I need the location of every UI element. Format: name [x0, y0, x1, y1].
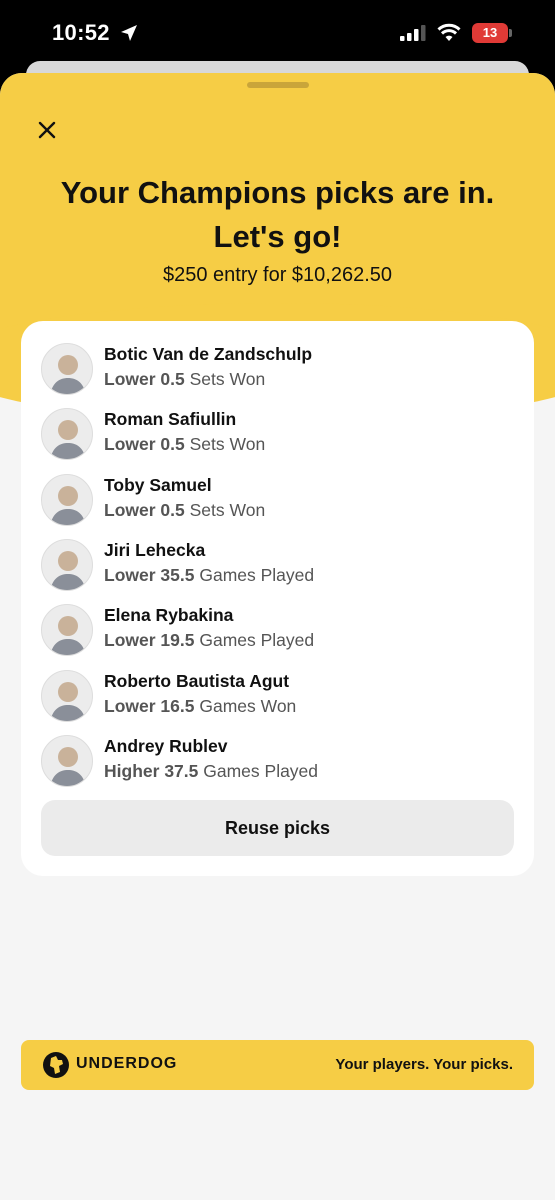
pick-line-value: 37.5	[164, 760, 199, 781]
pick-row: Botic Van de Zandschulp Lower 0.5 Sets Wo…	[41, 341, 511, 397]
pick-line-value: 0.5	[160, 434, 185, 455]
pick-line-value: 0.5	[160, 369, 185, 389]
pick-line: Lower 0.5 Sets Won	[104, 369, 265, 390]
pick-row: Roman Safiullin Lower 0.5 Sets Won	[41, 406, 511, 462]
pick-line: Lower 0.5 Sets Won	[104, 500, 265, 521]
player-silhouette-icon	[50, 681, 86, 721]
brand-tagline: Your players. Your picks.	[335, 1056, 513, 1073]
player-avatar	[41, 604, 93, 657]
pick-stat: Sets Won	[189, 434, 266, 455]
cellular-signal-icon	[400, 25, 426, 41]
pick-direction: Lower	[104, 434, 156, 455]
picks-card: Botic Van de Zandschulp Lower 0.5 Sets Wo…	[21, 321, 534, 876]
reuse-picks-button[interactable]: Reuse picks	[41, 800, 514, 856]
player-silhouette-icon	[50, 485, 86, 525]
entry-summary: $250 entry for $10,262.50	[162, 264, 393, 286]
title-line-1: Your Champions picks are in.	[60, 175, 495, 210]
pick-line-value: 19.5	[160, 630, 195, 651]
player-avatar	[41, 343, 93, 395]
pick-stat: Games Played	[203, 760, 319, 781]
player-name: Andrey Rublev	[104, 735, 228, 756]
battery-indicator: 13	[472, 23, 512, 43]
player-name: Botic Van de Zandschulp	[104, 344, 313, 364]
pick-stat: Games Won	[199, 695, 297, 716]
player-avatar	[41, 473, 93, 526]
wifi-icon	[437, 23, 461, 41]
pick-line: Higher 37.5 Games Played	[104, 761, 318, 782]
pick-row: Elena Rybakina Lower 19.5 Games Played	[41, 602, 511, 658]
pick-row: Jiri Lehecka Lower 35.5 Games Played	[41, 537, 511, 593]
player-avatar	[41, 538, 93, 591]
pick-line-value: 0.5	[160, 499, 185, 520]
pick-line-value: 35.5	[160, 564, 195, 585]
pick-stat: Games Played	[199, 630, 315, 651]
pick-direction: Lower	[104, 369, 156, 389]
confirmation-sheet: Your Champions picks are in. Let's go! $…	[0, 73, 555, 1200]
pick-stat: Games Played	[199, 564, 315, 585]
pick-line: Lower 0.5 Sets Won	[104, 434, 265, 455]
player-name: Jiri Lehecka	[104, 539, 206, 560]
pick-row: Andrey Rublev Higher 37.5 Games Played	[41, 733, 511, 789]
pick-line: Lower 35.5 Games Played	[104, 565, 314, 586]
brand-name: UNDERDOG	[76, 1055, 178, 1072]
player-avatar	[41, 408, 93, 461]
pick-stat: Sets Won	[189, 499, 266, 520]
underdog-logo-icon	[43, 1052, 69, 1078]
page-title: Your Champions picks are in. Let's go!	[40, 171, 515, 259]
battery-cap	[509, 29, 512, 37]
player-name: Toby Samuel	[104, 474, 212, 495]
status-time: 10:52	[52, 20, 110, 45]
pick-line: Lower 16.5 Games Won	[104, 696, 296, 717]
pick-line-value: 16.5	[160, 695, 195, 716]
close-icon[interactable]	[34, 117, 60, 143]
player-silhouette-icon	[50, 746, 86, 786]
player-name: Elena Rybakina	[104, 605, 234, 626]
pick-row: Toby Samuel Lower 0.5 Sets Won	[41, 472, 511, 528]
title-line-2: Let's go!	[213, 219, 342, 254]
pick-direction: Lower	[104, 630, 156, 651]
player-name: Roberto Bautista Agut	[104, 670, 290, 691]
player-avatar	[41, 669, 93, 722]
brand-banner: UNDERDOG Your players. Your picks.	[21, 1040, 534, 1090]
pick-direction: Higher	[104, 760, 160, 781]
player-silhouette-icon	[50, 550, 86, 590]
player-silhouette-icon	[50, 616, 86, 656]
player-silhouette-icon	[50, 355, 86, 394]
sheet-grabber[interactable]	[247, 82, 309, 88]
pick-line: Lower 19.5 Games Played	[104, 630, 314, 651]
location-arrow-icon	[121, 25, 137, 41]
player-avatar	[41, 734, 93, 787]
pick-direction: Lower	[104, 499, 156, 520]
pick-stat: Sets Won	[189, 369, 266, 389]
pick-row: Roberto Bautista Agut Lower 16.5 Games Wo…	[41, 668, 511, 724]
status-bar: 10:52 13	[0, 0, 555, 70]
pick-direction: Lower	[104, 564, 156, 585]
player-silhouette-icon	[50, 420, 86, 460]
battery-level: 13	[472, 23, 508, 43]
pick-direction: Lower	[104, 695, 156, 716]
player-name: Roman Safiullin	[104, 409, 237, 430]
